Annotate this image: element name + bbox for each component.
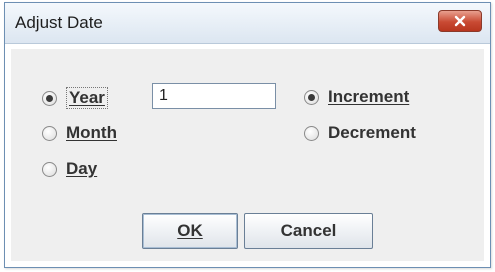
radio-increment-label: Increment <box>328 87 410 106</box>
adjust-date-dialog: Adjust Date Year Month Day Incr <box>4 2 491 268</box>
radio-day[interactable]: Day <box>42 159 97 179</box>
radio-year[interactable]: Year <box>42 87 108 109</box>
radio-month[interactable]: Month <box>42 123 117 143</box>
close-icon <box>453 15 467 27</box>
radio-month-label: Month <box>66 123 117 142</box>
radio-year-indicator[interactable] <box>42 90 57 106</box>
cancel-button[interactable]: Cancel <box>244 213 373 249</box>
radio-decrement-indicator[interactable] <box>304 125 319 141</box>
ok-button-label: OK <box>177 221 203 240</box>
title-bar[interactable]: Adjust Date <box>5 3 490 44</box>
amount-input[interactable] <box>152 83 276 109</box>
ok-button[interactable]: OK <box>142 213 238 249</box>
radio-decrement-label: Decrement <box>328 123 416 142</box>
radio-decrement[interactable]: Decrement <box>304 123 416 143</box>
radio-increment-indicator[interactable] <box>304 89 319 105</box>
radio-day-indicator[interactable] <box>42 161 57 177</box>
close-button[interactable] <box>438 10 482 32</box>
cancel-button-label: Cancel <box>280 221 337 240</box>
dialog-title: Adjust Date <box>15 13 103 32</box>
radio-year-label: Year <box>66 87 108 109</box>
radio-increment[interactable]: Increment <box>304 87 409 107</box>
dialog-body: Year Month Day Increment Decrement OK Ca… <box>11 49 484 261</box>
radio-day-label: Day <box>66 159 98 178</box>
radio-month-indicator[interactable] <box>42 125 57 141</box>
